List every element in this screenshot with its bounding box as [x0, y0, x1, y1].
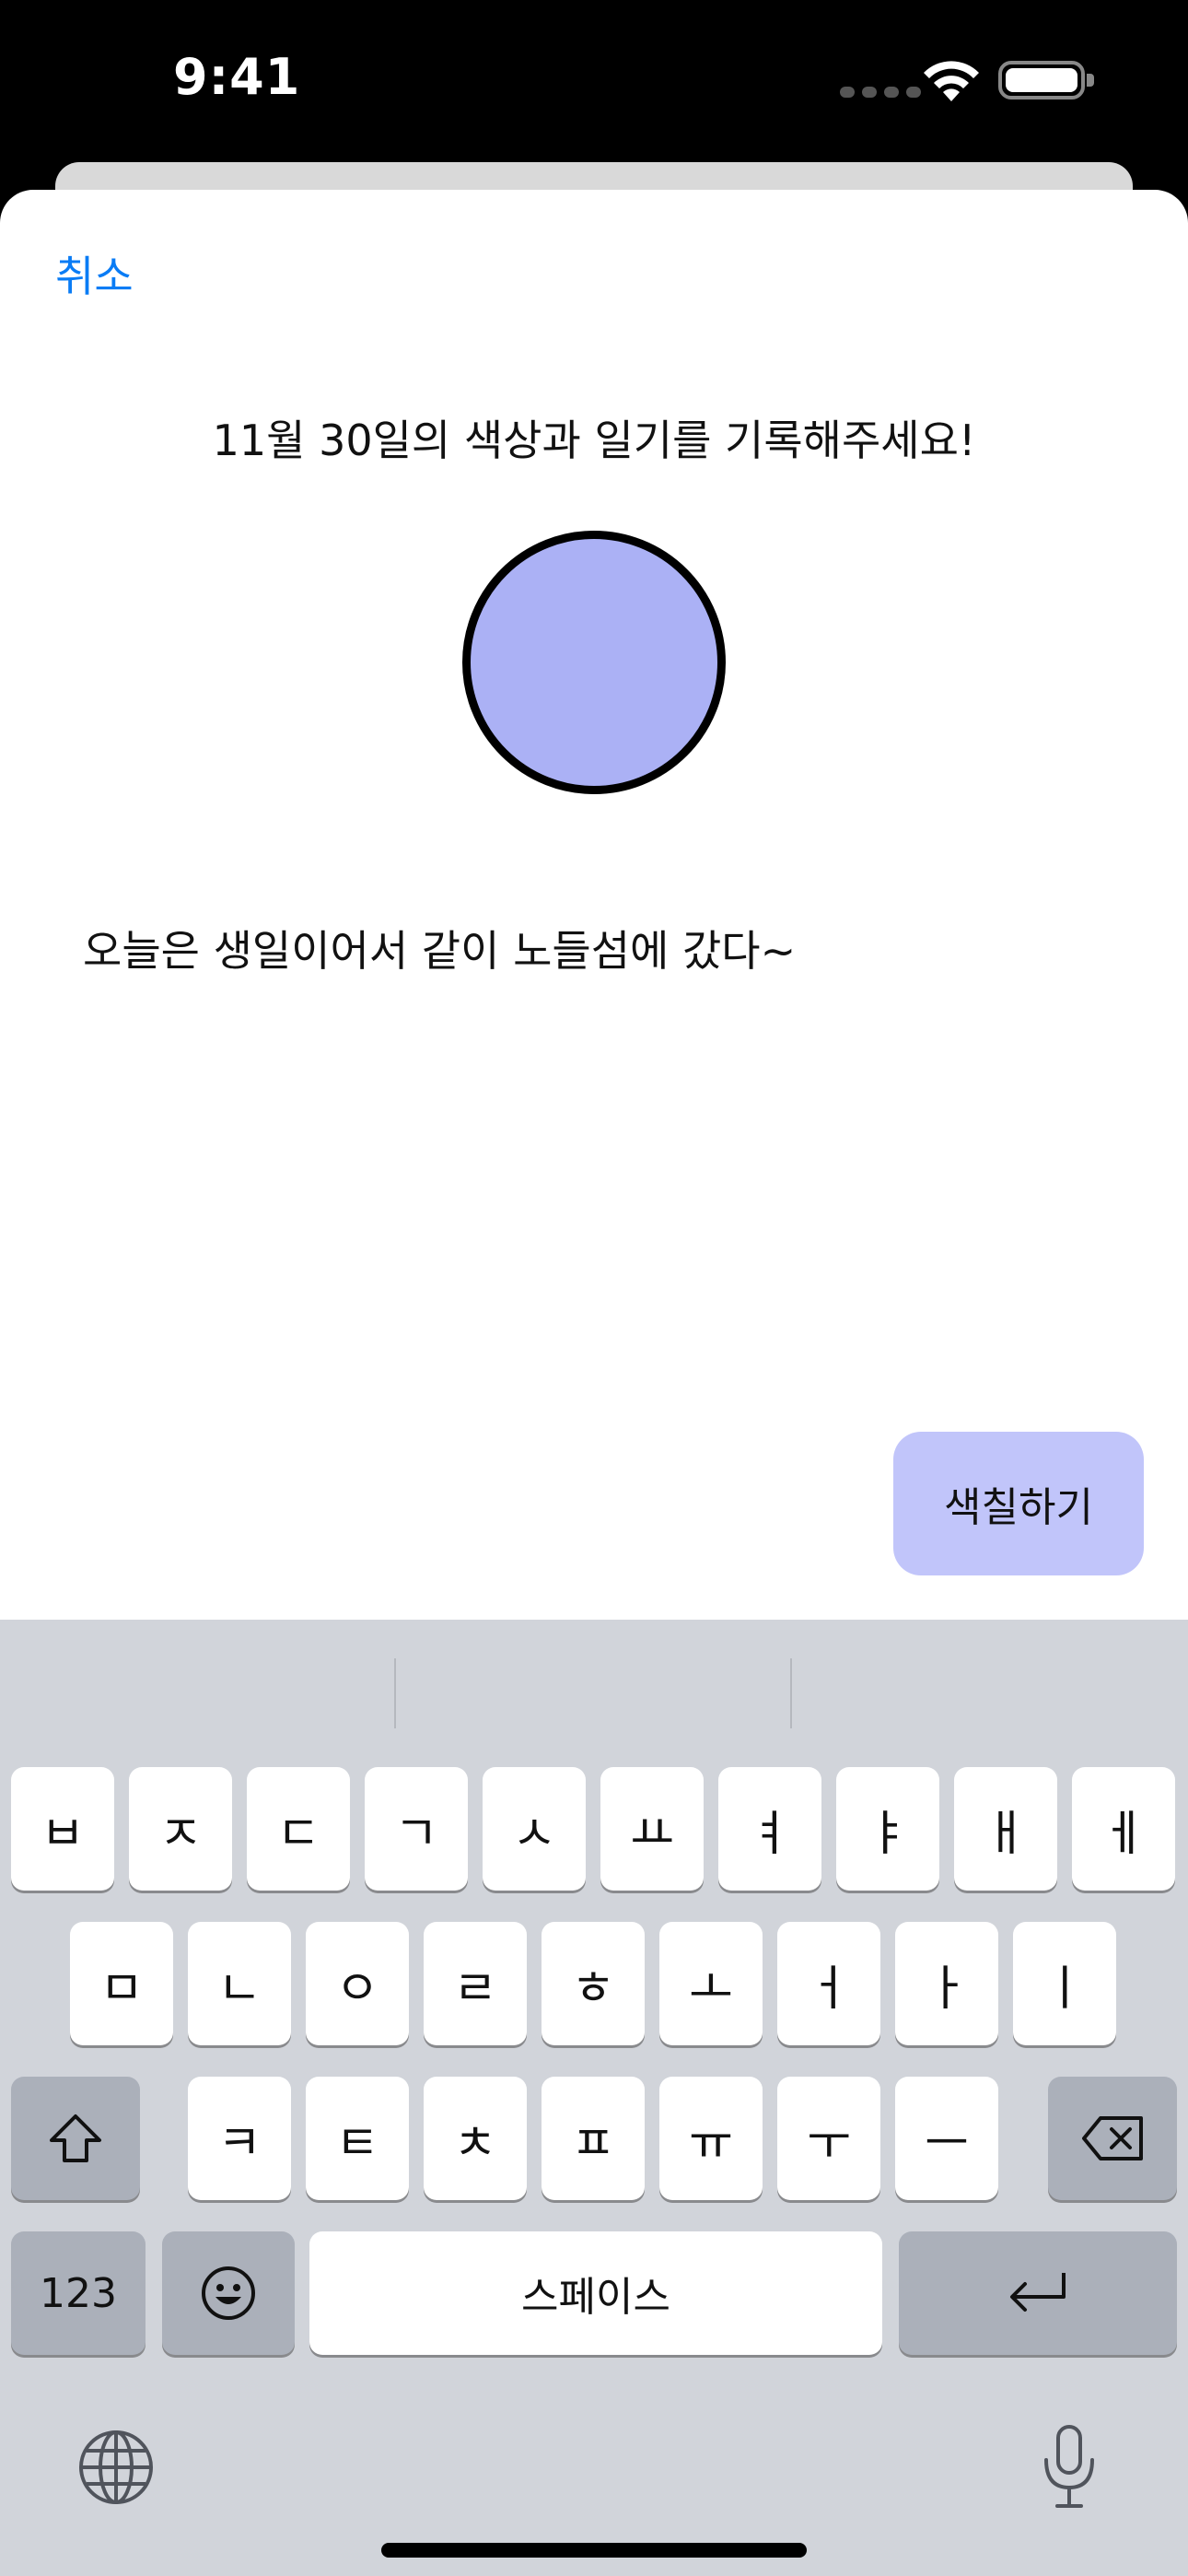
wifi-icon	[924, 61, 979, 101]
cellular-signal-icon	[840, 87, 921, 98]
key-row2[interactable]: ㄴ	[188, 1922, 291, 2045]
key-row3[interactable]: ㅊ	[424, 2077, 527, 2200]
home-indicator	[381, 2543, 807, 2558]
return-icon	[1010, 2273, 1066, 2312]
key-row2[interactable]: ㅇ	[306, 1922, 409, 2045]
key-row3[interactable]: ㅜ	[777, 2077, 880, 2200]
diary-text-field[interactable]: 오늘은 생일이어서 같이 노들섬에 갔다~	[83, 918, 1105, 978]
key-row2[interactable]: ㅓ	[777, 1922, 880, 2045]
key-row1[interactable]: ㅛ	[600, 1767, 704, 1891]
selected-color-circle[interactable]	[462, 531, 726, 794]
key-row1[interactable]: ㄱ	[365, 1767, 468, 1891]
key-row3[interactable]: ㅌ	[306, 2077, 409, 2200]
shift-key[interactable]	[11, 2077, 140, 2200]
key-row3[interactable]: ㅋ	[188, 2077, 291, 2200]
key-row2[interactable]: ㄹ	[424, 1922, 527, 2045]
key-row2[interactable]: ㅏ	[895, 1922, 998, 2045]
status-time: 9:41	[173, 48, 301, 106]
key-row2[interactable]: ㅗ	[659, 1922, 763, 2045]
key-row1[interactable]: ㄷ	[247, 1767, 350, 1891]
key-row2[interactable]: ㅁ	[70, 1922, 173, 2045]
suggestion-divider	[394, 1658, 396, 1728]
delete-key[interactable]	[1048, 2077, 1177, 2200]
key-row2[interactable]: ㅣ	[1013, 1922, 1116, 2045]
key-row1[interactable]: ㅑ	[836, 1767, 939, 1891]
key-row1[interactable]: ㅅ	[483, 1767, 586, 1891]
key-row1[interactable]: ㅕ	[718, 1767, 821, 1891]
emoji-icon	[202, 2266, 255, 2320]
status-bar: 9:41	[0, 0, 1188, 166]
suggestion-divider	[790, 1658, 792, 1728]
key-row1[interactable]: ㅐ	[954, 1767, 1057, 1891]
emoji-key[interactable]	[162, 2231, 295, 2355]
return-key[interactable]	[899, 2231, 1177, 2355]
mic-icon[interactable]	[1039, 2423, 1100, 2512]
space-key[interactable]: 스페이스	[309, 2231, 882, 2355]
shift-icon	[50, 2114, 101, 2162]
paint-button[interactable]: 색칠하기	[893, 1432, 1144, 1575]
key-row3[interactable]: ㅍ	[542, 2077, 645, 2200]
globe-icon[interactable]	[77, 2429, 155, 2506]
key-row1[interactable]: ㅔ	[1072, 1767, 1175, 1891]
key-row1[interactable]: ㅂ	[11, 1767, 114, 1891]
key-row2[interactable]: ㅎ	[542, 1922, 645, 2045]
delete-icon	[1082, 2116, 1143, 2160]
key-row1[interactable]: ㅈ	[129, 1767, 232, 1891]
key-row3[interactable]: ㅡ	[895, 2077, 998, 2200]
diary-entry-sheet: 취소 11월 30일의 색상과 일기를 기록해주세요! 오늘은 생일이어서 같이…	[0, 190, 1188, 1620]
battery-icon	[998, 61, 1094, 100]
numbers-key[interactable]: 123	[11, 2231, 146, 2355]
prompt-title: 11월 30일의 색상과 일기를 기록해주세요!	[212, 416, 976, 465]
keyboard: ㅂ ㅈ ㄷ ㄱ ㅅ ㅛ ㅕ ㅑ ㅐ ㅔ ㅁ ㄴ ㅇ ㄹ ㅎ ㅗ ㅓ ㅏ ㅣ ㅋ …	[0, 1620, 1188, 2576]
cancel-button[interactable]: 취소	[55, 243, 134, 304]
key-row3[interactable]: ㅠ	[659, 2077, 763, 2200]
